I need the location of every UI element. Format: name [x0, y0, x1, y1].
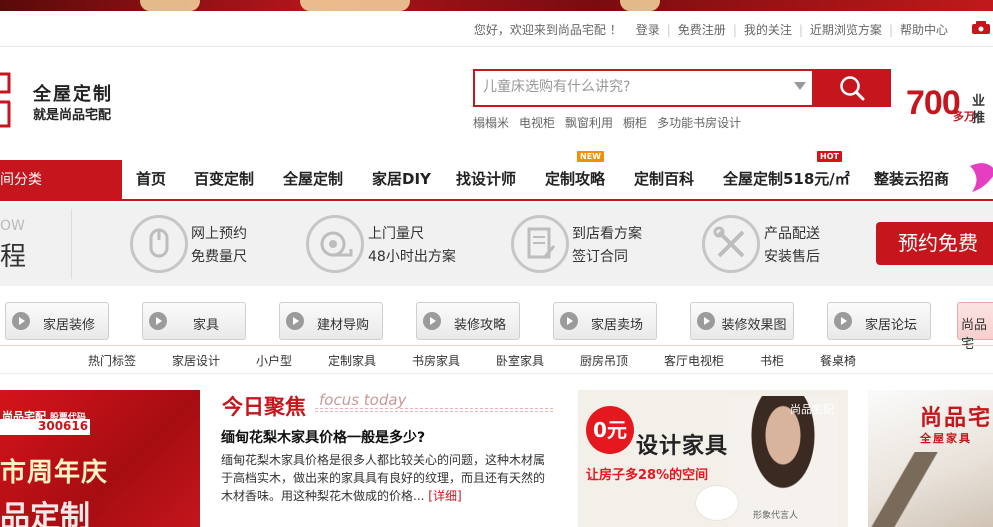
- channel-button-furniture[interactable]: 家具: [142, 302, 246, 340]
- ad-brand: 尚品宅配: [790, 403, 834, 416]
- nav-item-home[interactable]: 首页: [136, 160, 166, 201]
- hot-search-words: 榻榻米 电视柜 飘窗利用 橱柜 多功能书房设计: [473, 114, 751, 131]
- nav-item-encyclopedia[interactable]: 定制百科: [634, 160, 694, 201]
- nav-item-custom[interactable]: 百变定制: [194, 160, 254, 201]
- dog-image: [696, 486, 738, 520]
- brand-logo-mark[interactable]: [0, 72, 12, 128]
- decorative-ribbon-icon: [970, 163, 993, 192]
- section-title: 今日聚焦: [222, 395, 306, 419]
- channel-button-brand[interactable]: 尚品宅: [957, 302, 993, 352]
- new-badge: NEW: [577, 151, 604, 162]
- ad-title: 设计家具: [636, 434, 729, 459]
- tag-link[interactable]: 客厅电视柜: [664, 352, 724, 369]
- process-label-cn: 程: [0, 242, 27, 272]
- channel-button-home-decor[interactable]: 家居装修: [5, 302, 109, 340]
- logo-slogan-sub[interactable]: 就是尚品宅配: [33, 104, 111, 123]
- ad-caption: 形象代言人: [753, 511, 799, 521]
- category-menu[interactable]: 间分类: [0, 160, 122, 201]
- main-nav: 间分类 首页 百变定制 全屋定制 家居DIY 找设计师 NEW 定制攻略 定制百…: [0, 151, 993, 201]
- top-promo-banner[interactable]: [0, 0, 993, 11]
- brand-ad[interactable]: 尚品宅 全屋家具: [868, 390, 993, 527]
- login-link[interactable]: 登录: [629, 21, 667, 38]
- channel-button-materials[interactable]: 建材导购: [279, 302, 383, 340]
- nav-item-price-offer[interactable]: HOT 全屋定制518元/㎡: [723, 151, 850, 201]
- tag-link[interactable]: 卧室家具: [496, 352, 544, 369]
- hot-word[interactable]: 橱柜: [623, 116, 647, 130]
- tag-link[interactable]: 定制家具: [328, 352, 376, 369]
- nav-item-label: 全屋定制518元/㎡: [723, 170, 850, 188]
- ad-subtitle: 让房子多28%的空间: [586, 468, 709, 483]
- search-input[interactable]: [483, 79, 783, 95]
- search-icon: [840, 76, 865, 101]
- logo-slogan-main[interactable]: 全屋定制: [33, 80, 113, 106]
- step-4-title: 产品配送: [764, 226, 820, 242]
- search-button[interactable]: [812, 69, 891, 107]
- banner-headline: 市周年庆: [0, 458, 109, 488]
- process-label-en: OW: [0, 218, 25, 234]
- design-furniture-ad[interactable]: 0元 设计家具 让房子多28%的空间 尚品宅配 形象代言人: [578, 390, 848, 527]
- read-more-link[interactable]: [详细]: [428, 489, 461, 503]
- step-1-title: 网上预约: [191, 226, 247, 242]
- stock-code: 300616: [0, 419, 90, 435]
- recent-plans-link[interactable]: 近期浏览方案: [803, 21, 889, 38]
- divider: [315, 408, 553, 412]
- tape-measure-icon: [306, 215, 364, 273]
- tag-link[interactable]: 小户型: [256, 352, 292, 369]
- search-dropdown-caret-icon[interactable]: [794, 82, 806, 90]
- phone-icon: [972, 21, 990, 34]
- tag-link[interactable]: 热门标签: [88, 352, 136, 369]
- top-utility-bar: 您好，欢迎来到尚品宅配 ！ 登录 | 免费注册 | 我的关注 | 近期浏览方案 …: [0, 11, 993, 47]
- step-3-desc: 签订合同: [572, 249, 628, 265]
- nav-item-whole-house[interactable]: 全屋定制: [283, 160, 343, 201]
- nav-item-guide[interactable]: NEW 定制攻略: [545, 151, 606, 201]
- article-summary: 缅甸花梨木家具价格是很多人都比较关心的问题，这种木材属于高档实木，做出来的家具具…: [221, 453, 546, 503]
- tools-icon: [702, 215, 760, 273]
- tag-link[interactable]: 书房家具: [412, 352, 460, 369]
- book-free-design-button[interactable]: 预约免费: [876, 222, 993, 265]
- tag-link[interactable]: 餐桌椅: [820, 352, 856, 369]
- contract-icon: [511, 215, 569, 273]
- tag-link[interactable]: 厨房吊顶: [580, 352, 628, 369]
- help-center-link[interactable]: 帮助中心: [893, 21, 955, 38]
- decorative-image: [868, 452, 978, 527]
- nav-item-label: 定制攻略: [545, 170, 606, 188]
- step-2-title: 上门量尺: [368, 226, 424, 242]
- divider: [71, 209, 72, 279]
- promo-number: 700: [906, 84, 961, 122]
- service-process-strip: OW 程 网上预约 免费量尺 上门量尺 48小时出方案 到店看方案 签订合同 产…: [0, 203, 993, 286]
- search-box: [473, 69, 812, 107]
- step-3-title: 到店看方案: [572, 226, 642, 242]
- banner-headline-2: 品定制: [0, 500, 90, 527]
- brand-subtitle: 全屋家具: [920, 432, 972, 445]
- section-title-en: focus today: [319, 391, 407, 409]
- register-link[interactable]: 免费注册: [671, 21, 733, 38]
- hot-badge: HOT: [817, 151, 842, 162]
- nav-item-franchise[interactable]: 整装云招商: [874, 160, 949, 201]
- channel-button-renderings[interactable]: 装修效果图: [690, 302, 794, 340]
- channel-button-market[interactable]: 家居卖场: [553, 302, 657, 340]
- my-follow-link[interactable]: 我的关注: [737, 21, 799, 38]
- channel-button-forum[interactable]: 家居论坛: [827, 302, 931, 340]
- page: 您好，欢迎来到尚品宅配 ！ 登录 | 免费注册 | 我的关注 | 近期浏览方案 …: [0, 0, 993, 527]
- tag-link[interactable]: 书柜: [760, 352, 784, 369]
- step-1-desc: 免费量尺: [191, 249, 247, 265]
- hot-word[interactable]: 多功能书房设计: [657, 116, 741, 130]
- nav-item-designer[interactable]: 找设计师: [456, 160, 516, 201]
- tag-link[interactable]: 家居设计: [172, 352, 220, 369]
- hot-word[interactable]: 榻榻米: [473, 116, 509, 130]
- promo-side-text: 推: [972, 111, 986, 126]
- anniversary-banner[interactable]: 尚品宅配 股票代码 300616 市周年庆 品定制: [0, 390, 200, 527]
- hot-word[interactable]: 电视柜: [519, 116, 555, 130]
- channel-button-guides[interactable]: 装修攻略: [416, 302, 520, 340]
- tag-nav: 热门标签 家居设计 小户型 定制家具 书房家具 卧室家具 厨房吊顶 客厅电视柜 …: [0, 345, 993, 374]
- welcome-text: 您好，欢迎来到尚品宅配 ！: [473, 23, 622, 37]
- article-title-link[interactable]: 缅甸花梨木家具价格一般是多少?: [221, 427, 425, 447]
- free-badge: 0元: [586, 406, 634, 454]
- step-2-desc: 48小时出方案: [368, 249, 456, 265]
- step-4-desc: 安装售后: [764, 249, 820, 265]
- hot-word[interactable]: 飘窗利用: [565, 116, 613, 130]
- nav-item-diy[interactable]: 家居DIY: [372, 160, 431, 201]
- mouse-icon: [130, 215, 188, 273]
- brand-logo: 尚品宅: [920, 406, 993, 431]
